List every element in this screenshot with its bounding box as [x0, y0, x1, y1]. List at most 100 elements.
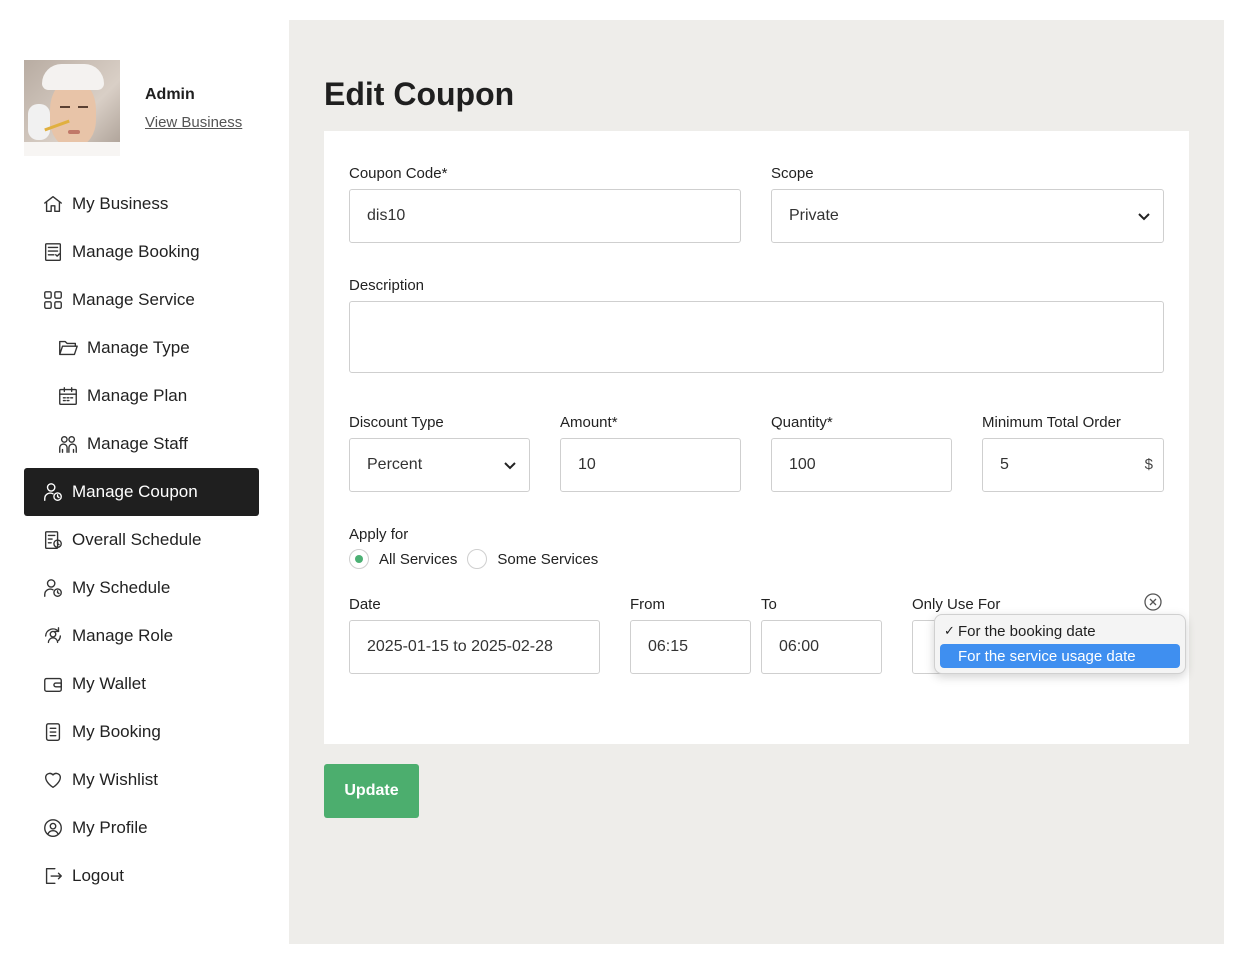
from-label: From [630, 596, 665, 613]
sidebar-item-label: My Schedule [72, 578, 171, 597]
apply-for-radio-group: All Services Some Services [349, 549, 608, 569]
scope-label: Scope [771, 165, 814, 182]
sidebar-item-manage-service[interactable]: Manage Service [24, 276, 259, 324]
coupon-code-value: dis10 [367, 207, 406, 224]
sidebar-item-label: My Profile [72, 818, 148, 837]
dropdown-option-booking-date[interactable]: ✓ For the booking date [940, 619, 1180, 643]
option-label: For the service usage date [958, 647, 1136, 665]
radio-some-services[interactable]: Some Services [467, 549, 598, 569]
user-circle-icon [42, 817, 64, 839]
avatar [24, 60, 120, 156]
dropdown-option-service-usage-date[interactable]: For the service usage date [940, 644, 1180, 668]
grid-icon [42, 289, 64, 311]
logout-icon [42, 865, 64, 887]
chevron-down-icon [1137, 209, 1151, 223]
from-time-value: 06:15 [648, 638, 689, 655]
coupon-code-label: Coupon Code* [349, 165, 448, 182]
sidebar-item-manage-role[interactable]: Manage Role [24, 612, 259, 660]
user-clock-icon [42, 577, 64, 599]
clear-icon[interactable] [1143, 592, 1163, 612]
quantity-value: 100 [789, 456, 816, 473]
to-time-input[interactable]: 06:00 [761, 620, 882, 674]
sidebar-item-label: Manage Plan [87, 386, 188, 405]
minimum-total-order-value: 5 [1000, 456, 1009, 473]
to-label: To [761, 596, 777, 613]
sidebar-item-manage-staff[interactable]: Manage Staff [24, 420, 259, 468]
sidebar-item-label: My Wishlist [72, 770, 158, 789]
chevron-down-icon [503, 458, 517, 472]
profile-header: Admin View Business [24, 60, 259, 156]
sidebar-nav: My Business Manage Booking Manage Servic… [24, 180, 259, 900]
apply-for-label: Apply for [349, 526, 409, 543]
sidebar-item-label: Manage Booking [72, 242, 200, 261]
sidebar-item-my-business[interactable]: My Business [24, 180, 259, 228]
sidebar-item-label: Logout [72, 866, 124, 885]
only-use-for-label: Only Use For [912, 596, 1001, 613]
radio-button[interactable] [467, 549, 488, 569]
sidebar-item-manage-booking[interactable]: Manage Booking [24, 228, 259, 276]
minimum-total-order-input[interactable]: 5 $ [982, 438, 1164, 492]
schedule-icon [42, 529, 64, 551]
page-title: Edit Coupon [324, 76, 515, 112]
role-icon [42, 625, 64, 647]
radio-label: Some Services [497, 550, 599, 568]
sidebar-item-my-wishlist[interactable]: My Wishlist [24, 756, 259, 804]
sidebar-item-overall-schedule[interactable]: Overall Schedule [24, 516, 259, 564]
update-button[interactable]: Update [324, 764, 419, 818]
wallet-icon [42, 673, 64, 695]
from-time-input[interactable]: 06:15 [630, 620, 751, 674]
amount-value: 10 [578, 456, 596, 473]
heart-icon [42, 769, 64, 791]
sidebar-item-manage-type[interactable]: Manage Type [24, 324, 259, 372]
folder-icon [57, 337, 79, 359]
coupon-form: Coupon Code* dis10 Scope Private Descrip… [324, 131, 1189, 744]
sidebar-item-my-wallet[interactable]: My Wallet [24, 660, 259, 708]
sidebar-item-my-profile[interactable]: My Profile [24, 804, 259, 852]
sidebar-item-my-booking[interactable]: My Booking [24, 708, 259, 756]
checkmark-icon: ✓ [944, 623, 955, 638]
quantity-input[interactable]: 100 [771, 438, 952, 492]
amount-input[interactable]: 10 [560, 438, 741, 492]
staff-icon [57, 433, 79, 455]
discount-type-select[interactable]: Percent [349, 438, 530, 492]
minimum-total-order-label: Minimum Total Order [982, 414, 1121, 431]
sidebar-item-label: Manage Coupon [72, 482, 198, 501]
quantity-label: Quantity* [771, 414, 833, 431]
sidebar-item-label: My Business [72, 194, 169, 213]
home-icon [42, 193, 64, 215]
only-use-for-dropdown-menu: ✓ For the booking date For the service u… [934, 614, 1186, 674]
date-range-input[interactable]: 2025-01-15 to 2025-02-28 [349, 620, 600, 674]
calendar-icon [57, 385, 79, 407]
sidebar-item-label: Manage Staff [87, 434, 188, 453]
discount-type-label: Discount Type [349, 414, 444, 431]
currency-suffix: $ [1144, 456, 1153, 473]
date-range-value: 2025-01-15 to 2025-02-28 [367, 638, 553, 655]
radio-all-services[interactable]: All Services [349, 549, 457, 569]
description-textarea[interactable] [349, 301, 1164, 373]
amount-label: Amount* [560, 414, 618, 431]
sidebar-item-label: Overall Schedule [72, 530, 202, 549]
user-clock-icon [42, 481, 64, 503]
sidebar-item-manage-coupon[interactable]: Manage Coupon [24, 468, 259, 516]
sidebar-item-label: My Booking [72, 722, 161, 741]
scope-value: Private [789, 207, 839, 224]
view-business-link[interactable]: View Business [145, 114, 242, 131]
sidebar-item-label: My Wallet [72, 674, 146, 693]
profile-name: Admin [145, 85, 195, 103]
radio-label: All Services [379, 550, 458, 568]
document-icon [42, 721, 64, 743]
sidebar-item-logout[interactable]: Logout [24, 852, 259, 900]
main-content: Edit Coupon Coupon Code* dis10 Scope Pri… [289, 20, 1224, 944]
to-time-value: 06:00 [779, 638, 820, 655]
sidebar-item-label: Manage Service [72, 290, 195, 309]
date-label: Date [349, 596, 381, 613]
radio-button-checked[interactable] [349, 549, 369, 569]
sidebar-item-my-schedule[interactable]: My Schedule [24, 564, 259, 612]
description-label: Description [349, 277, 425, 294]
option-label: For the booking date [958, 622, 1096, 640]
coupon-code-input[interactable]: dis10 [349, 189, 741, 243]
scope-select[interactable]: Private [771, 189, 1164, 243]
sidebar: Admin View Business My Business Manage B… [24, 60, 259, 900]
booking-list-icon [42, 241, 64, 263]
sidebar-item-manage-plan[interactable]: Manage Plan [24, 372, 259, 420]
